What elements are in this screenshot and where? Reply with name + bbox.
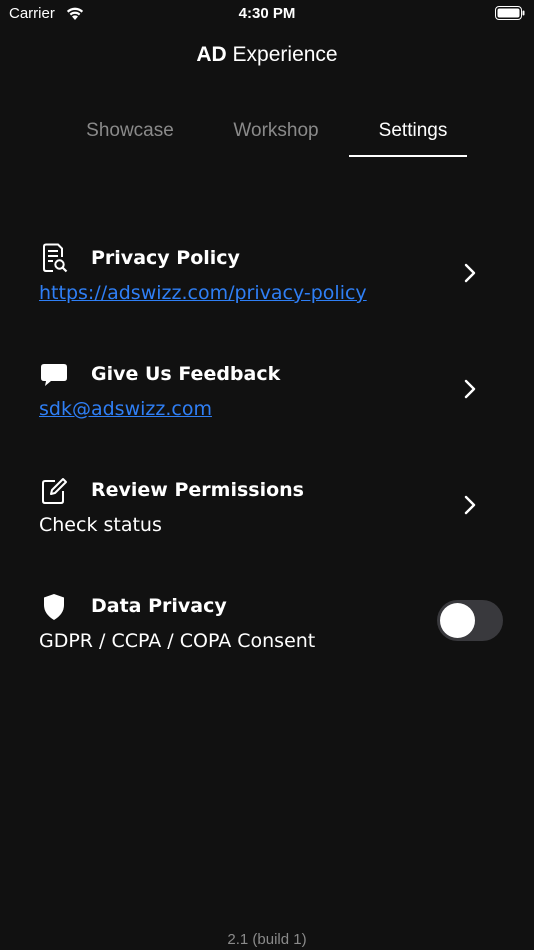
- status-bar: Carrier 4:30 PM: [0, 0, 534, 30]
- tab-settings[interactable]: Settings: [349, 116, 477, 156]
- feedback-row[interactable]: Give Us Feedback sdk@adswizz.com: [0, 346, 534, 446]
- chevron-right-icon: [464, 263, 476, 283]
- version-label: 2.1 (build 1): [227, 931, 307, 948]
- feedback-email-link[interactable]: sdk@adswizz.com: [39, 398, 212, 420]
- review-permissions-row[interactable]: Review Permissions Check status: [0, 462, 534, 562]
- data-privacy-title: Data Privacy: [91, 595, 227, 617]
- chevron-right-icon: [464, 379, 476, 399]
- privacy-policy-title: Privacy Policy: [91, 247, 240, 269]
- tab-workshop[interactable]: Workshop: [216, 116, 336, 156]
- data-privacy-subtitle: GDPR / CCPA / COPA Consent: [39, 630, 316, 652]
- chat-bubble-icon: [41, 364, 67, 386]
- chevron-right-icon: [464, 495, 476, 515]
- tab-showcase[interactable]: Showcase: [70, 116, 190, 156]
- active-tab-indicator: [349, 155, 467, 157]
- data-privacy-toggle[interactable]: [437, 600, 503, 641]
- privacy-policy-row[interactable]: Privacy Policy https://adswizz.com/priva…: [0, 230, 534, 330]
- title-brand: AD: [196, 43, 227, 66]
- review-permissions-subtitle: Check status: [39, 514, 162, 536]
- shield-icon: [44, 594, 64, 620]
- title-rest: Experience: [226, 43, 338, 66]
- privacy-policy-link[interactable]: https://adswizz.com/privacy-policy: [39, 282, 367, 304]
- clock: 4:30 PM: [238, 5, 296, 22]
- edit-square-icon: [42, 478, 67, 504]
- tab-bar: Showcase Workshop Settings: [0, 116, 534, 158]
- review-permissions-title: Review Permissions: [91, 479, 304, 501]
- battery-icon: [495, 6, 525, 20]
- document-search-icon: [43, 243, 68, 273]
- settings-screen: Carrier 4:30 PM AD Experience Showcase W…: [0, 0, 534, 950]
- toggle-knob: [440, 603, 475, 638]
- feedback-title: Give Us Feedback: [91, 363, 281, 385]
- page-title: AD Experience: [0, 43, 534, 67]
